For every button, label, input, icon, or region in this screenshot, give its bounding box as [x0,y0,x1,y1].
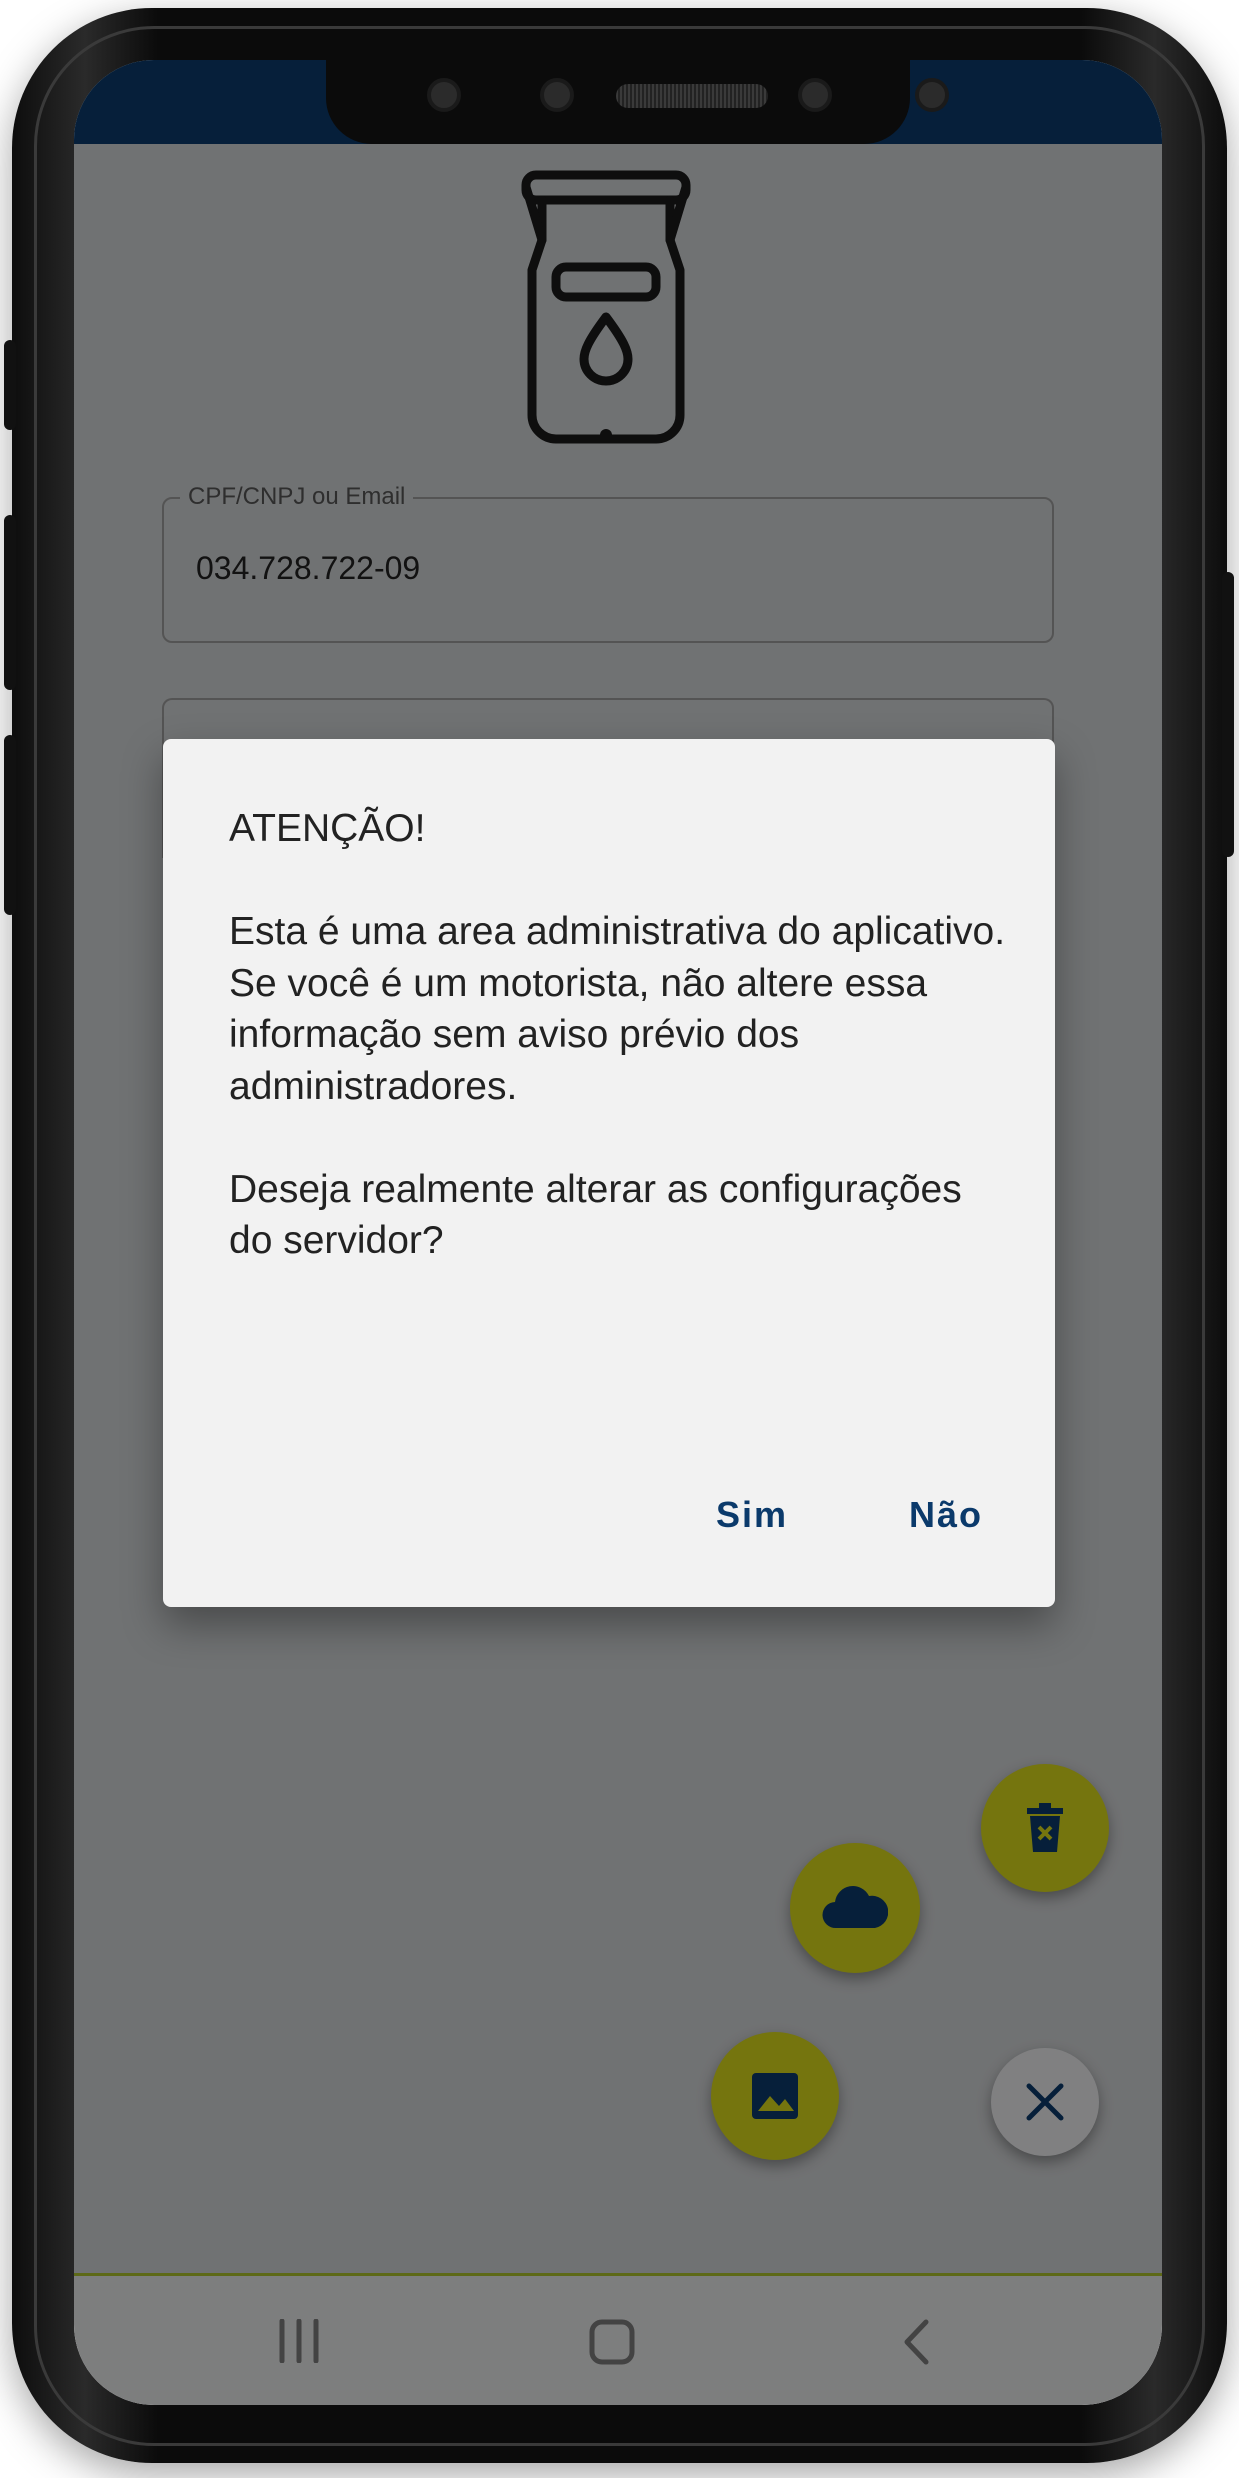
dialog-message: ATENÇÃO! Esta é uma area administrativa … [229,803,1009,1267]
phone-volume-down-button [4,735,16,915]
cancel-button[interactable]: Não [909,1494,983,1536]
dialog-message-line-1: Esta é uma area administrativa do aplica… [229,910,1006,953]
phone-volume-up-button [4,515,16,690]
phone-power-button [1222,572,1234,857]
attention-dialog: ATENÇÃO! Esta é uma area administrativa … [163,739,1055,1607]
sensor-dot [427,78,461,112]
dialog-message-line-2: Se você é um motorista, não altere essa … [229,961,938,1108]
confirm-button[interactable]: Sim [716,1494,788,1536]
earpiece-speaker [616,84,768,108]
phone-notch [326,60,949,144]
dialog-title: ATENÇÃO! [229,807,426,850]
dialog-question: Deseja realmente alterar as configuraçõe… [229,1167,973,1263]
phone-side-button-bixby [4,340,16,430]
sensor-dot [915,78,949,112]
front-camera [798,78,832,112]
sensor-dot [540,78,574,112]
